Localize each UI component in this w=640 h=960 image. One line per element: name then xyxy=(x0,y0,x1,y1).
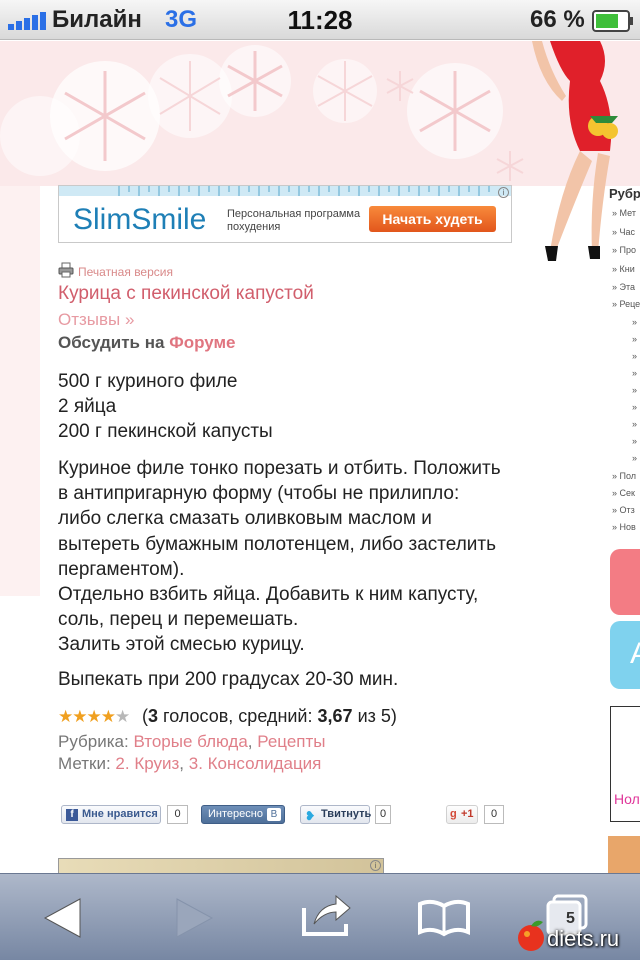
discuss-line: Обсудить на Форуме xyxy=(58,333,236,353)
instruction-line: в антипригарную форму (чтобы не прилипло… xyxy=(58,483,460,505)
tags-line: Метки: 2. Круиз, 3. Консолидация xyxy=(58,754,322,773)
baking-instruction: Выпекать при 200 градусах 20-30 мин. xyxy=(58,669,399,690)
sidebar-item[interactable]: » Кни xyxy=(612,264,635,274)
star-icon[interactable]: ★ xyxy=(115,707,130,726)
instruction-line: Отдельно взбить яйца. Добавить к ним кап… xyxy=(58,584,479,606)
battery-icon xyxy=(592,10,633,32)
sidebar-subitem[interactable]: » xyxy=(632,368,637,378)
print-version-label[interactable]: Печатная версия xyxy=(78,265,173,279)
like-count: 0 xyxy=(167,805,188,824)
sidebar-title: Рубр xyxy=(609,186,640,201)
article-title[interactable]: Курица с пекинской капустой xyxy=(58,283,314,305)
sidebar-item[interactable]: » Отз xyxy=(612,505,635,515)
google-plus-button[interactable]: g +1 xyxy=(446,805,478,824)
status-bar: Билайн 3G 11:28 66 % xyxy=(0,0,640,40)
sidebar-item[interactable]: » Пол xyxy=(612,471,636,481)
sidebar-subitem[interactable]: » xyxy=(632,436,637,446)
ingredients-list: 500 г куриного филе 2 яйца 200 г пекинск… xyxy=(58,369,273,444)
ingredient-item: 2 яйца xyxy=(58,396,117,417)
twitter-icon: ❥ xyxy=(305,809,316,823)
sidebar-blue-button[interactable]: А xyxy=(610,621,640,689)
sidebar-subitem[interactable]: » xyxy=(632,385,637,395)
instruction-line: Куриное филе тонко порезать и отбить. По… xyxy=(58,458,501,479)
sidebar-subitem[interactable]: » xyxy=(632,419,637,429)
tag-link[interactable]: 2. Круиз xyxy=(115,754,179,773)
reviews-link[interactable]: Отзывы » xyxy=(58,310,134,330)
rating-scale: из 5 xyxy=(357,706,391,726)
instruction-line: либо слегка смазать оливковым маслом и xyxy=(58,508,432,530)
sidebar-red-button[interactable] xyxy=(610,549,640,615)
sidebar-subitem[interactable]: » xyxy=(632,334,637,344)
watermark-text: diets.ru xyxy=(547,926,620,951)
instructions-text: Куриное филе тонко порезать и отбить. По… xyxy=(58,456,578,658)
rubric-label: Рубрика: xyxy=(58,732,129,751)
ingredient-item: 200 г пекинской капусты xyxy=(58,421,273,442)
info-icon[interactable]: i xyxy=(370,860,381,871)
tweet-count: 0 xyxy=(375,805,391,824)
sidebar-ad[interactable]: Нол xyxy=(610,706,640,822)
rubric-link[interactable]: Вторые блюда xyxy=(133,732,247,751)
sidebar-item[interactable]: » Нов xyxy=(612,522,636,532)
tags-label: Метки: xyxy=(58,754,111,773)
site-header xyxy=(0,41,640,261)
google-plus-icon: g xyxy=(450,808,457,820)
instruction-line: Залить этой смесью курицу. xyxy=(58,634,305,656)
google-plus-label: +1 xyxy=(461,808,474,820)
apple-logo-icon xyxy=(518,920,544,951)
rating-stars[interactable]: ★★★★★ xyxy=(58,707,130,727)
sidebar-photo[interactable] xyxy=(608,836,640,876)
share-icon[interactable] xyxy=(274,874,374,960)
back-arrow-icon[interactable] xyxy=(15,874,115,960)
facebook-icon: f xyxy=(66,809,78,821)
tweet-button[interactable]: ❥ Твитнуть xyxy=(300,805,372,824)
discuss-prefix: Обсудить на xyxy=(58,333,165,352)
forward-arrow-icon[interactable] xyxy=(142,874,242,960)
rubric-line: Рубрика: Вторые блюда, Рецепты xyxy=(58,732,326,751)
sidebar-item[interactable]: » Эта xyxy=(612,282,635,292)
sidebar-subitem[interactable]: » xyxy=(632,453,637,463)
sidebar-ad-text: Нол xyxy=(614,791,640,807)
info-icon[interactable]: i xyxy=(498,187,509,198)
sidebar-item[interactable]: » Час xyxy=(612,227,635,237)
vote-count: 3 xyxy=(148,706,159,726)
battery-percent: 66 % xyxy=(530,6,585,33)
rating-summary: (3 голосов, средний: 3,67 из 5) xyxy=(142,706,397,726)
measuring-tape-decoration xyxy=(59,186,511,196)
ad-subtitle: Персональная программа похудения xyxy=(227,208,361,233)
tag-link[interactable]: 3. Консолидация xyxy=(189,754,322,773)
sidebar-item[interactable]: » Про xyxy=(612,245,636,255)
ingredient-item: 500 г куриного филе xyxy=(58,371,238,392)
google-plus-count: 0 xyxy=(484,805,504,824)
ad-brand: SlimSmile xyxy=(73,203,207,236)
tweet-label: Твитнуть xyxy=(321,808,372,820)
facebook-like-label: Мне нравится xyxy=(82,808,158,820)
printer-icon xyxy=(58,262,74,278)
vk-icon: B xyxy=(267,808,281,821)
sidebar-item[interactable]: » Реце xyxy=(612,299,640,309)
sidebar-item[interactable]: » Мет xyxy=(612,208,636,218)
star-icon[interactable]: ★ xyxy=(87,707,102,726)
sidebar-subitem[interactable]: » xyxy=(632,351,637,361)
sidebar-subitem[interactable]: » xyxy=(632,317,637,327)
instruction-line: соль, перец и перемешать. xyxy=(58,609,299,631)
votes-label: голосов, средний: xyxy=(163,706,313,726)
forum-link[interactable]: Форуме xyxy=(169,333,235,352)
sidebar-item[interactable]: » Сек xyxy=(612,488,635,498)
ad-cta-button[interactable]: Начать худеть xyxy=(369,206,496,232)
star-icon[interactable]: ★ xyxy=(58,707,73,726)
ad-banner[interactable]: SlimSmile Персональная программа похуден… xyxy=(58,185,512,243)
bookmarks-icon[interactable] xyxy=(394,874,494,960)
star-icon[interactable]: ★ xyxy=(101,707,116,726)
vk-label: Интересно xyxy=(208,808,263,820)
instruction-line: вытереть бумажным полотенцем, либо засте… xyxy=(58,533,496,555)
sidebar-subitem[interactable]: » xyxy=(632,402,637,412)
star-icon[interactable]: ★ xyxy=(72,707,87,726)
rubric-link[interactable]: Рецепты xyxy=(257,732,325,751)
instruction-line: пергаментом). xyxy=(58,558,185,580)
left-margin xyxy=(0,186,40,596)
vk-button[interactable]: Интересно B xyxy=(201,805,285,824)
rating-average: 3,67 xyxy=(317,706,353,726)
facebook-like-button[interactable]: f Мне нравится xyxy=(61,805,161,824)
